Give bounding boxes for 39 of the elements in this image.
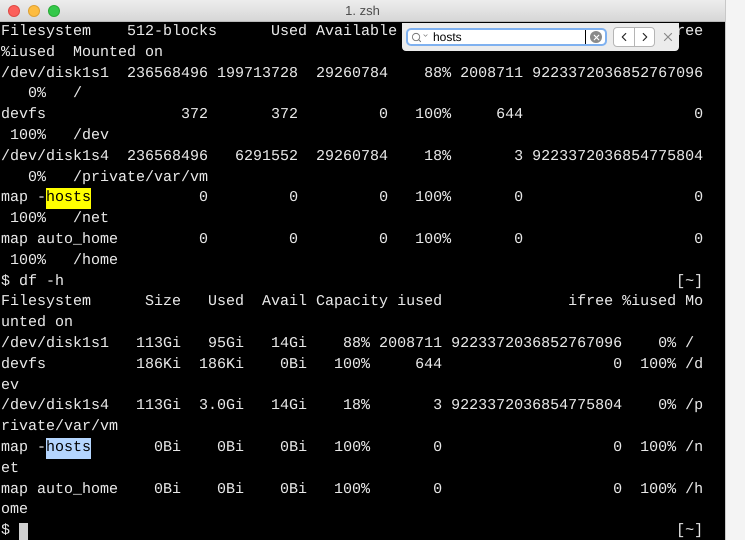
terminal-line: Filesystem 512-blocks Used Available bbox=[1, 22, 398, 42]
terminal-line: [~] bbox=[676, 272, 704, 292]
terminal-line: 0% /private/var/vm bbox=[27, 168, 208, 188]
search-match: hosts bbox=[46, 188, 92, 210]
minimize-window-button[interactable] bbox=[28, 5, 40, 17]
find-field[interactable]: hosts bbox=[406, 28, 607, 46]
terminal-line: et bbox=[1, 458, 20, 479]
terminal-line: map auto_home 0Bi 0Bi 0Bi 100% 0 0 100% /h bbox=[1, 480, 704, 500]
terminal-line: %iused Mounted on bbox=[1, 42, 164, 63]
terminal-line: map auto_home 0 0 0 100% 0 0 bbox=[1, 230, 704, 250]
terminal-line: rivate/var/vm bbox=[1, 417, 118, 438]
terminal-line: unted on bbox=[1, 313, 74, 334]
zoom-window-button[interactable] bbox=[48, 5, 60, 17]
terminal-line: 100% /net bbox=[9, 209, 110, 230]
terminal-line: ev bbox=[1, 376, 20, 396]
terminal-line: /dev/disk1s4 236568496 6291552 29260784 18% 3 9223372036854775804 bbox=[1, 146, 704, 167]
terminal-line: $ df -h bbox=[1, 272, 64, 292]
terminal-line: Filesystem Size Used Avail Capacity iused ifree %iused Mo bbox=[1, 292, 704, 312]
search-icon[interactable] bbox=[411, 32, 429, 42]
search-match: hosts bbox=[46, 438, 92, 459]
terminal-line: [~] bbox=[676, 521, 704, 540]
terminal-line: 100% /home bbox=[9, 250, 118, 271]
terminal-text: map - bbox=[1, 438, 46, 458]
terminal-line: devfs 186Ki 186Ki 0Bi 100% 644 0 100% /d bbox=[1, 354, 704, 375]
terminal-line: /dev/disk1s1 113Gi 95Gi 14Gi 88% 2008711 9223372036852767096 0% / bbox=[1, 334, 694, 354]
close-icon[interactable] bbox=[661, 30, 675, 44]
terminal-line: /dev/disk1s1 236568496 199713728 29260784 88% 2008711 9223372036852767096 bbox=[1, 64, 704, 84]
prompt-symbol: $ bbox=[1, 521, 10, 540]
terminal-line: devfs 372 372 0 100% 644 0 bbox=[1, 105, 704, 126]
clear-icon[interactable] bbox=[590, 31, 602, 43]
terminal-text: map - bbox=[1, 188, 46, 208]
window-title: 1. zsh bbox=[345, 3, 380, 18]
terminal-text: 0Bi 0Bi 0Bi 100% 0 0 100% /n bbox=[153, 438, 704, 458]
terminal-line: ome bbox=[1, 500, 28, 520]
terminal-line: 0% / bbox=[27, 84, 82, 104]
terminal-line: /dev/disk1s4 113Gi 3.0Gi 14Gi 18% 3 9223372036854775804 0% /p bbox=[1, 396, 704, 416]
close-window-button[interactable] bbox=[8, 5, 20, 17]
terminal-line: 100% /dev bbox=[9, 126, 110, 146]
terminal-text: 0 0 0 100% 0 0 bbox=[198, 188, 704, 208]
